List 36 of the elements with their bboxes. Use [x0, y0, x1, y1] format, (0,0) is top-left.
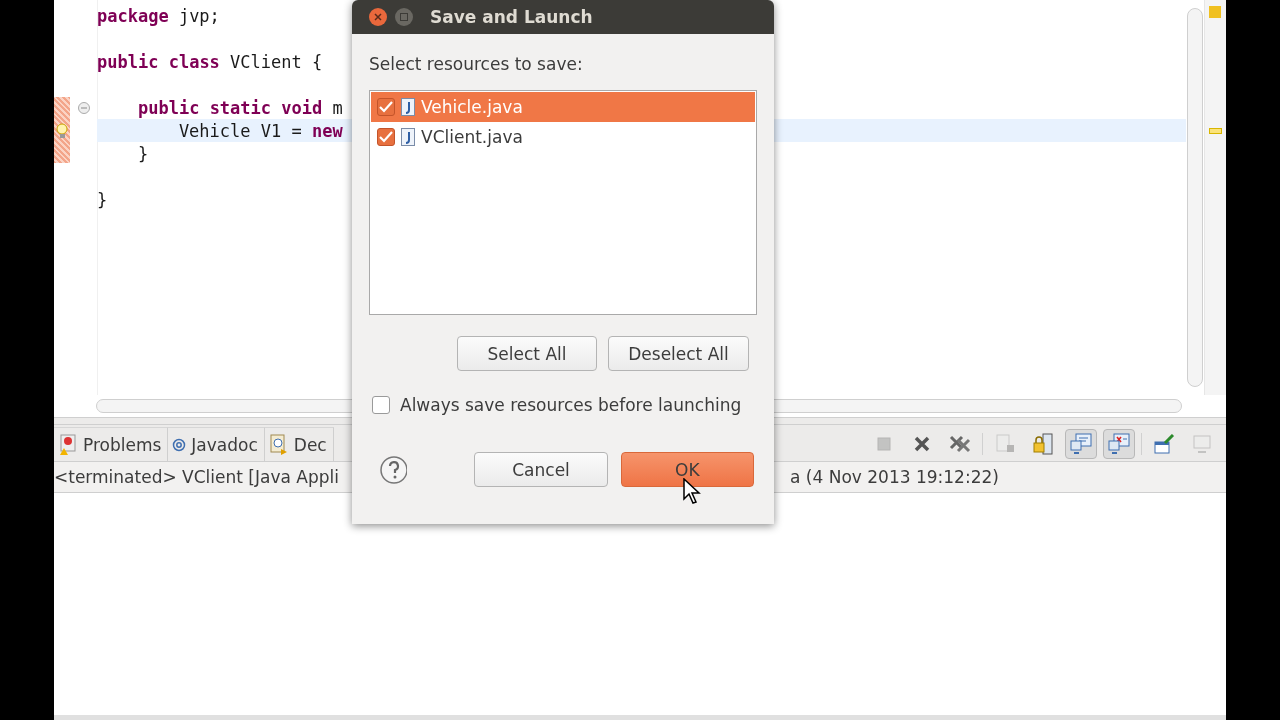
- vertical-scrollbar[interactable]: [1187, 8, 1203, 387]
- console-title: <terminated> VClient [Java Appli: [54, 467, 340, 487]
- ok-button[interactable]: OK: [620, 452, 754, 487]
- checkbox-label: Always save resources before launching: [400, 395, 742, 415]
- dialog-title: Save and Launch: [430, 7, 593, 27]
- code-line: Vehicle V1 = new: [177, 120, 343, 141]
- code-line: }: [136, 143, 149, 164]
- minimize-icon[interactable]: [394, 7, 414, 27]
- warning-marker[interactable]: [1209, 128, 1222, 134]
- panel-tab[interactable]: Problems: [54, 427, 169, 461]
- double-cross-icon[interactable]: [949, 435, 971, 453]
- code-line: }: [97, 189, 108, 210]
- checkbox[interactable]: [377, 128, 395, 146]
- panel-tab[interactable]: Dec: [264, 427, 334, 461]
- mouse-pointer-icon: [683, 478, 703, 504]
- declaration-icon: [268, 433, 289, 456]
- help-icon[interactable]: [379, 454, 408, 485]
- code-line: public static void m: [136, 97, 343, 118]
- java-file-icon: [401, 98, 415, 116]
- close-icon[interactable]: [914, 436, 930, 452]
- checkbox[interactable]: [372, 396, 390, 414]
- console-title: a (4 Nov 2013 19:12:22): [790, 467, 1000, 487]
- code-line: public class VClient {: [97, 51, 323, 72]
- deselect-all-button[interactable]: Deselect All: [608, 336, 749, 371]
- panel-tab[interactable]: Javadoc: [168, 427, 265, 461]
- cancel-button[interactable]: Cancel: [474, 452, 608, 487]
- warning-bulb-icon: [56, 122, 68, 139]
- java-file-icon: [401, 128, 415, 146]
- select-all-button[interactable]: Select All: [457, 336, 597, 371]
- prompt-text: Select resources to save:: [369, 54, 584, 76]
- problems-icon: [58, 433, 78, 456]
- close-icon[interactable]: [368, 7, 388, 27]
- overview-marker-icon: [1209, 6, 1221, 18]
- code-line: package jvp;: [97, 5, 220, 26]
- collapse-icon[interactable]: [77, 101, 90, 114]
- checkbox[interactable]: [377, 98, 395, 116]
